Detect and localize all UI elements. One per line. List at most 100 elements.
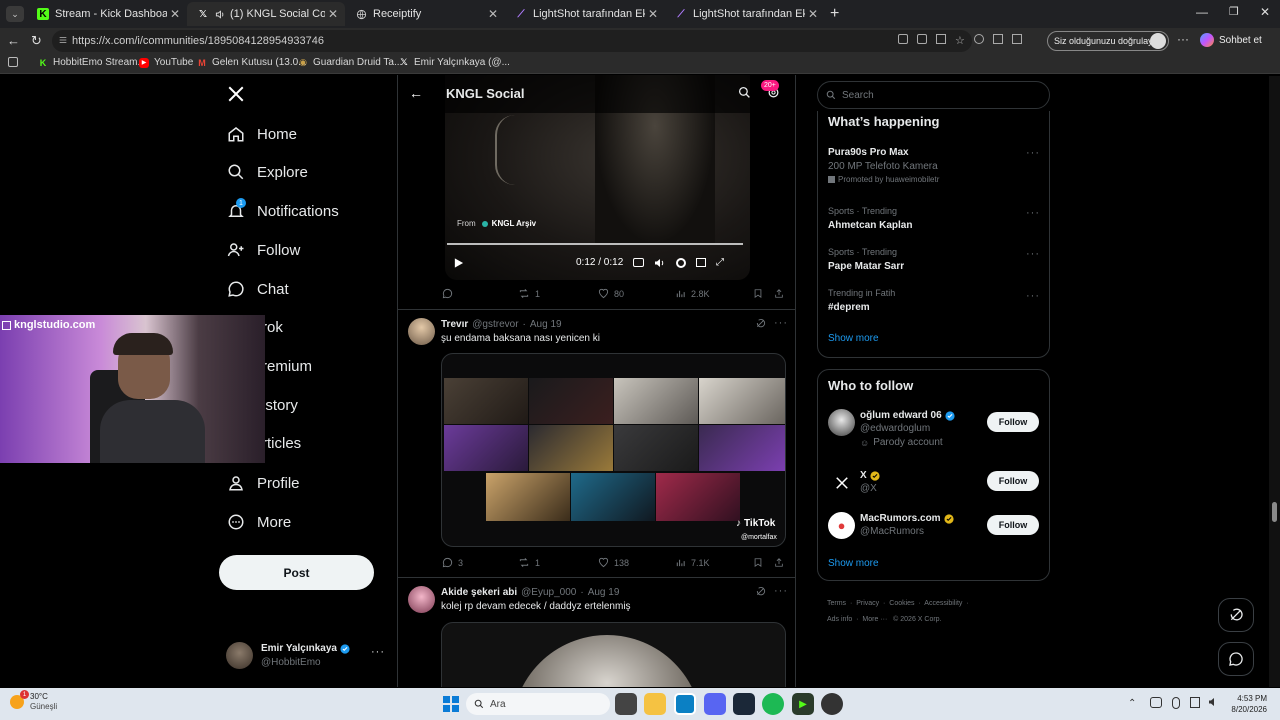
close-icon[interactable]: ✕ — [485, 7, 501, 21]
share-button[interactable] — [774, 557, 789, 568]
avatar[interactable]: ● — [828, 512, 855, 539]
kick-icon[interactable]: ▶ — [792, 693, 814, 715]
sidebar-item-explore[interactable]: Explore — [227, 163, 308, 181]
trend-more-icon[interactable]: ··· — [1026, 290, 1040, 302]
suggested-account[interactable]: X @X — [860, 470, 880, 494]
trend-item[interactable]: Sports · Trending Pape Matar Sarr — [828, 247, 904, 272]
sidebar-item-grok[interactable]: rok — [262, 319, 283, 336]
x-logo-icon[interactable] — [227, 85, 245, 103]
like-button[interactable]: 80 — [598, 288, 624, 299]
bookmark-button[interactable] — [753, 557, 768, 568]
views-button[interactable]: 2.8K — [675, 288, 710, 299]
bookmark-item[interactable]: ▶ YouTube — [139, 57, 193, 68]
microphone-icon[interactable] — [1172, 697, 1180, 709]
messages-float-button[interactable] — [1218, 642, 1254, 676]
footer-link[interactable]: Terms — [827, 600, 846, 607]
avatar[interactable] — [828, 469, 855, 496]
steam-icon[interactable] — [733, 693, 755, 715]
fullscreen-icon[interactable]: ⤢ — [716, 258, 724, 268]
trend-item[interactable]: Sports · Trending Ahmetcan Kaplan — [828, 206, 912, 231]
task-view-icon[interactable] — [615, 693, 637, 715]
settings-icon[interactable] — [676, 258, 686, 268]
search-icon[interactable] — [738, 86, 751, 99]
refresh-icon[interactable]: ↻ — [31, 33, 42, 49]
url-field[interactable]: https://x.com/i/communities/189508412895… — [52, 30, 972, 52]
favorite-star-icon[interactable]: ☆ — [955, 34, 965, 48]
taskbar-search[interactable]: Ara — [466, 693, 610, 715]
suggested-account[interactable]: oğlum edward 06 @edwardoglum ☺ Parody acc… — [860, 410, 955, 448]
tab-lightshot-1[interactable]: ⟋ LightShot tarafından Ekran Görün ✕ — [505, 2, 665, 26]
account-switcher[interactable]: Emir Yalçınkaya @HobbitEmo ··· — [226, 641, 391, 671]
tab-receiptify[interactable]: Receiptify ✕ — [345, 2, 505, 26]
extensions-icon[interactable] — [973, 34, 984, 44]
post-more-icon[interactable]: ··· — [774, 317, 788, 329]
speaker-icon[interactable] — [215, 9, 226, 20]
tab-kngl-social[interactable]: 𝕏 (1) KNGL Social Community / ✕ — [187, 2, 345, 26]
wifi-icon[interactable] — [1190, 697, 1200, 708]
sidebar-item-chat[interactable]: Chat — [227, 280, 289, 298]
author-name[interactable]: Trevır — [441, 319, 468, 330]
repost-button[interactable]: 1 — [518, 288, 540, 299]
grok-icon[interactable] — [755, 586, 766, 597]
reply-button[interactable]: 3 — [442, 557, 463, 568]
post-media[interactable] — [441, 622, 786, 687]
trend-item[interactable]: Trending in Fatih #deprem — [828, 288, 895, 313]
post-media[interactable]: ♪ TikTok @mortalfax — [441, 353, 786, 547]
footer-link[interactable]: More ··· — [862, 616, 887, 623]
footer-link[interactable]: Ads info — [827, 616, 852, 623]
reader-icon[interactable] — [936, 34, 946, 44]
spotify-icon[interactable] — [762, 693, 784, 715]
volume-icon[interactable] — [654, 258, 666, 268]
maximize-button[interactable]: ❐ — [1229, 5, 1239, 18]
read-aloud-icon[interactable] — [917, 34, 927, 44]
footer-link[interactable]: Privacy — [856, 600, 879, 607]
clock[interactable]: 4:53 PM 8/20/2026 — [1229, 693, 1267, 715]
collections-icon[interactable] — [992, 34, 1003, 44]
back-icon[interactable]: ← — [7, 33, 20, 48]
discord-icon[interactable] — [704, 693, 726, 715]
views-button[interactable]: 7.1K — [675, 557, 710, 568]
file-explorer-icon[interactable] — [644, 693, 666, 715]
more-options-icon[interactable]: ··· — [371, 646, 385, 658]
pip-icon[interactable] — [696, 258, 706, 267]
tab-kick-dashboard[interactable]: K Stream - Kick Dashboard ✕ — [27, 2, 187, 26]
sidebar-item-home[interactable]: Home — [227, 125, 297, 143]
sidebar-item-profile[interactable]: Profile — [227, 474, 300, 492]
close-window-button[interactable]: ✕ — [1260, 5, 1270, 19]
minimize-button[interactable]: — — [1196, 5, 1208, 19]
bookmark-item[interactable]: ◉ Guardian Druid Ta... — [298, 57, 402, 68]
play-icon[interactable] — [453, 257, 464, 269]
tab-lightshot-2[interactable]: ⟋ LightShot tarafından Ekran Görün ✕ — [665, 2, 825, 26]
author-name[interactable]: Akide şekeri abi — [441, 587, 517, 598]
bookmarks-panel-icon[interactable] — [8, 57, 23, 67]
bookmark-item[interactable]: 𝕏 Emir Yalçınkaya (@... — [399, 57, 510, 68]
settings-menu-icon[interactable]: ··· — [1177, 32, 1189, 46]
captions-icon[interactable] — [633, 258, 644, 267]
trend-more-icon[interactable]: ··· — [1026, 207, 1040, 219]
sidebar-item-articles[interactable]: rticles — [262, 435, 301, 452]
grok-icon[interactable] — [755, 318, 766, 329]
follow-button[interactable]: Follow — [987, 471, 1039, 491]
sidebar-item-more[interactable]: More — [227, 513, 291, 531]
scrollbar-thumb[interactable] — [1272, 502, 1277, 522]
obs-icon[interactable] — [821, 693, 843, 715]
close-icon[interactable]: ✕ — [805, 7, 821, 21]
footer-link[interactable]: Cookies — [889, 600, 914, 607]
close-icon[interactable]: ✕ — [645, 7, 661, 21]
sidebar-item-premium[interactable]: remium — [262, 358, 312, 375]
bookmark-item[interactable]: K HobbitEmo Stream... — [38, 57, 146, 68]
show-more-link[interactable]: Show more — [828, 558, 879, 569]
close-icon[interactable]: ✕ — [167, 7, 183, 21]
avatar[interactable] — [828, 409, 855, 436]
follow-button[interactable]: Follow — [987, 412, 1039, 432]
post-button[interactable]: Post — [219, 555, 374, 590]
share-button[interactable] — [774, 288, 789, 299]
trend-more-icon[interactable]: ··· — [1026, 248, 1040, 260]
translate-icon[interactable] — [898, 34, 908, 44]
like-button[interactable]: 138 — [598, 557, 629, 568]
network-icon[interactable] — [1150, 697, 1162, 708]
site-info-icon[interactable] — [58, 34, 68, 46]
weather-widget[interactable]: 1 30°C Güneşli — [10, 690, 57, 712]
repost-button[interactable]: 1 — [518, 557, 540, 568]
sidebar-item-follow[interactable]: Follow — [227, 241, 300, 259]
